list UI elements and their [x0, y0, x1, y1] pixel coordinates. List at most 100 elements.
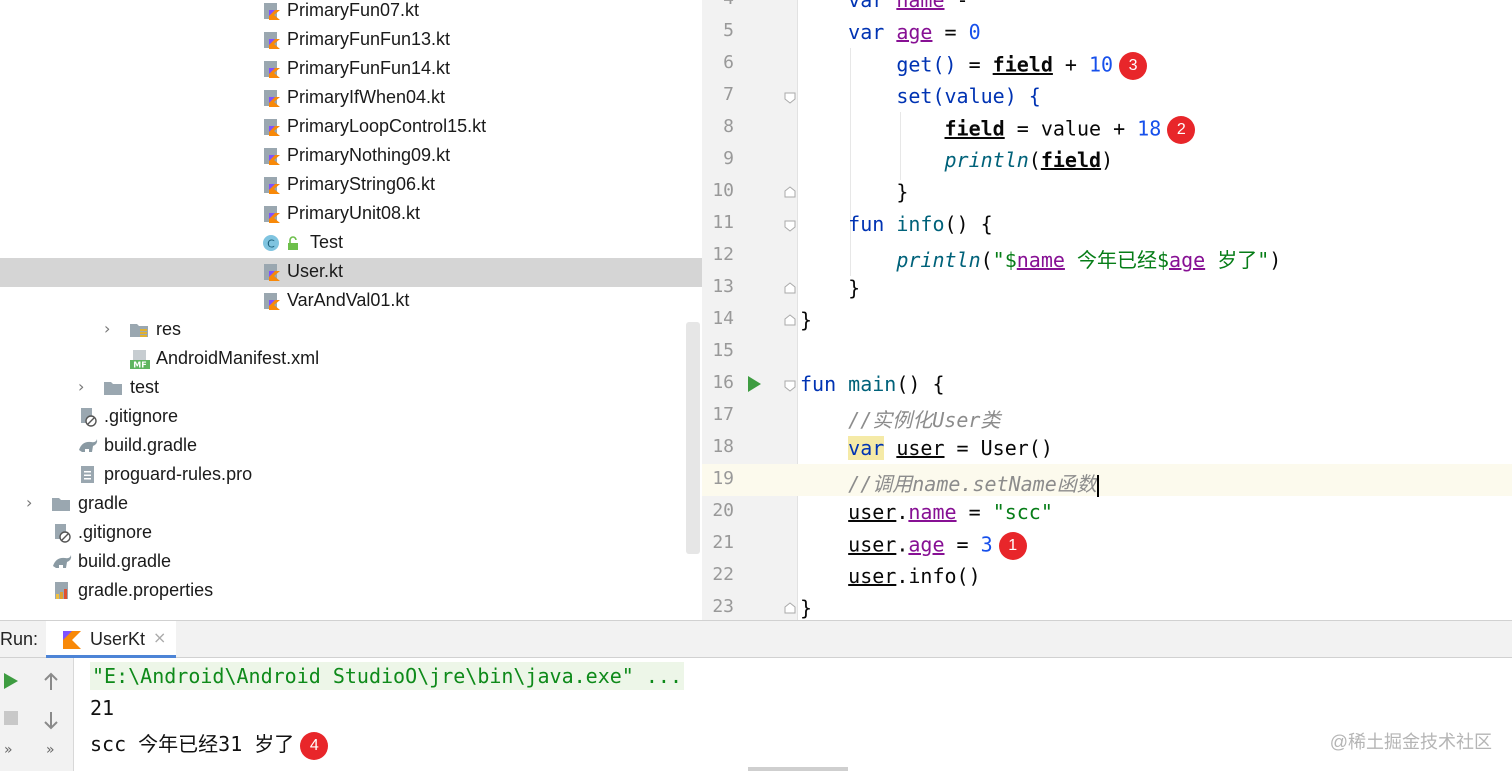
- line-number: 21: [712, 532, 734, 553]
- more-icon[interactable]: »: [46, 742, 55, 758]
- fold-end-icon[interactable]: [784, 602, 796, 614]
- line-number: 15: [712, 340, 734, 361]
- code-text: }: [800, 596, 813, 620]
- folder-icon: [103, 378, 123, 398]
- tree-item-gitignore-app[interactable]: .gitignore: [0, 403, 702, 432]
- tree-item-proguard[interactable]: proguard-rules.pro: [0, 461, 702, 490]
- tree-item-primarystring06[interactable]: PrimaryString06.kt: [0, 171, 702, 200]
- tree-item-gradle-folder[interactable]: › gradle: [0, 490, 702, 519]
- fold-end-icon[interactable]: [784, 186, 796, 198]
- code-line[interactable]: 22 user.info(): [702, 560, 1512, 592]
- tree-item-primarynothing09[interactable]: PrimaryNothing09.kt: [0, 142, 702, 171]
- kotlin-file-icon: [262, 88, 282, 108]
- tree-item-varandval01[interactable]: VarAndVal01.kt: [0, 287, 702, 316]
- tree-item-label: gradle: [78, 493, 129, 513]
- run-gutter-icon[interactable]: [748, 376, 761, 392]
- code-line[interactable]: 20 user.name = "scc": [702, 496, 1512, 528]
- class-icon: C: [262, 233, 282, 253]
- project-tree: PrimaryFun07.kt PrimaryFunFun13.kt Prima…: [0, 0, 702, 620]
- arrow-down-icon[interactable]: [42, 710, 60, 734]
- code-line-current[interactable]: 19 //调用name.setName函数: [702, 464, 1512, 497]
- tree-item-label: .gitignore: [78, 522, 153, 542]
- tree-item-build-gradle-app[interactable]: build.gradle: [0, 432, 702, 461]
- code-line[interactable]: 6 get() = field + 10 3: [702, 48, 1512, 80]
- run-icon[interactable]: [3, 672, 19, 694]
- chevron-right-icon[interactable]: ›: [78, 377, 92, 397]
- kotlin-file-icon: [262, 1, 282, 21]
- code-line[interactable]: 7 set(value) {: [702, 80, 1512, 112]
- tree-item-primaryfunfun13[interactable]: PrimaryFunFun13.kt: [0, 26, 702, 55]
- arrow-up-icon[interactable]: [42, 672, 60, 696]
- kotlin-file-icon: [262, 291, 282, 311]
- text-caret: [1096, 474, 1099, 497]
- fold-icon[interactable]: [784, 220, 796, 232]
- tree-item-label: build.gradle: [78, 551, 172, 571]
- kotlin-file-icon: [262, 175, 282, 195]
- tree-scrollbar[interactable]: [686, 322, 700, 554]
- kotlin-run-config-icon: [62, 630, 82, 654]
- tree-item-label: Test: [310, 232, 344, 252]
- code-line[interactable]: 10 }: [702, 176, 1512, 208]
- code-line[interactable]: 21 user.age = 31: [702, 528, 1512, 560]
- line-number: 11: [712, 212, 734, 233]
- code-line[interactable]: 16 fun main() {: [702, 368, 1512, 400]
- code-text: }: [848, 276, 861, 300]
- code-line[interactable]: 11 fun info() {: [702, 208, 1512, 240]
- tree-item-user-selected[interactable]: User.kt: [0, 258, 702, 287]
- tree-item-label: PrimaryString06.kt: [287, 174, 436, 194]
- line-number: 9: [723, 148, 734, 169]
- code-line[interactable]: 18 var user = User(): [702, 432, 1512, 464]
- code-text: fun main() {: [800, 372, 945, 396]
- fold-end-icon[interactable]: [784, 282, 796, 294]
- text-file-icon: [78, 465, 98, 485]
- gradle-icon: [77, 436, 98, 456]
- line-number: 18: [712, 436, 734, 457]
- tree-item-primaryloopcontrol15[interactable]: PrimaryLoopControl15.kt: [0, 113, 702, 142]
- svg-text:C: C: [267, 238, 275, 251]
- chevron-right-icon[interactable]: ›: [26, 493, 40, 513]
- console-horizontal-scrollbar[interactable]: [748, 767, 848, 771]
- fold-end-icon[interactable]: [784, 314, 796, 326]
- code-text: user.info(): [848, 564, 981, 588]
- code-line[interactable]: 15: [702, 336, 1512, 368]
- code-line[interactable]: 8 field = value + 18 2: [702, 112, 1512, 144]
- code-line[interactable]: 5 var age = 0: [702, 16, 1512, 48]
- run-console[interactable]: "E:\Android\Android StudioO\jre\bin\java…: [74, 658, 1512, 771]
- tree-item-primaryfunfun14[interactable]: PrimaryFunFun14.kt: [0, 55, 702, 84]
- tree-item-gradle-properties[interactable]: gradle.properties: [0, 577, 702, 606]
- tree-item-build-gradle-root[interactable]: build.gradle: [0, 548, 702, 577]
- tree-item-primaryfun07[interactable]: PrimaryFun07.kt: [0, 0, 702, 26]
- code-text: var user = User(): [848, 436, 1053, 460]
- code-line[interactable]: 13 }: [702, 272, 1512, 304]
- code-line[interactable]: 9 println(field): [702, 144, 1512, 176]
- code-text: println("$name 今年已经$age 岁了"): [896, 248, 1282, 272]
- line-number: 20: [712, 500, 734, 521]
- tree-item-label: User.kt: [287, 261, 344, 281]
- tree-item-test-class[interactable]: C Test: [0, 229, 702, 258]
- code-editor[interactable]: 4 var name - 5 var age = 0 6 get() = fie…: [702, 0, 1512, 620]
- code-line[interactable]: 14 }: [702, 304, 1512, 336]
- tree-item-label: res: [156, 319, 182, 339]
- code-line[interactable]: 23 }: [702, 592, 1512, 620]
- fold-icon[interactable]: [784, 92, 796, 104]
- annotation-badge-1: 1: [998, 532, 1027, 560]
- code-line[interactable]: 12 println("$name 今年已经$age 岁了"): [702, 240, 1512, 272]
- line-number: 17: [712, 404, 734, 425]
- annotation-badge-2: 2: [1167, 116, 1196, 144]
- tree-item-gitignore-root[interactable]: .gitignore: [0, 519, 702, 548]
- stop-icon[interactable]: [3, 710, 19, 730]
- tree-item-androidmanifest[interactable]: MF AndroidManifest.xml: [0, 345, 702, 374]
- more-icon[interactable]: »: [4, 742, 13, 758]
- tree-item-primaryifwhen04[interactable]: PrimaryIfWhen04.kt: [0, 84, 702, 113]
- tree-item-res-folder[interactable]: › res: [0, 316, 702, 345]
- tree-item-primaryunit08[interactable]: PrimaryUnit08.kt: [0, 200, 702, 229]
- kotlin-file-icon: [262, 146, 282, 166]
- fold-icon[interactable]: [784, 380, 796, 392]
- code-line[interactable]: 4 var name -: [702, 0, 1512, 16]
- run-label: Run:: [0, 629, 39, 649]
- close-icon[interactable]: ×: [153, 628, 166, 647]
- tree-item-test-folder[interactable]: › test: [0, 374, 702, 403]
- chevron-right-icon[interactable]: ›: [104, 319, 118, 339]
- run-tab-userkt[interactable]: UserKt ×: [46, 621, 176, 658]
- code-line[interactable]: 17 //实例化User类: [702, 400, 1512, 432]
